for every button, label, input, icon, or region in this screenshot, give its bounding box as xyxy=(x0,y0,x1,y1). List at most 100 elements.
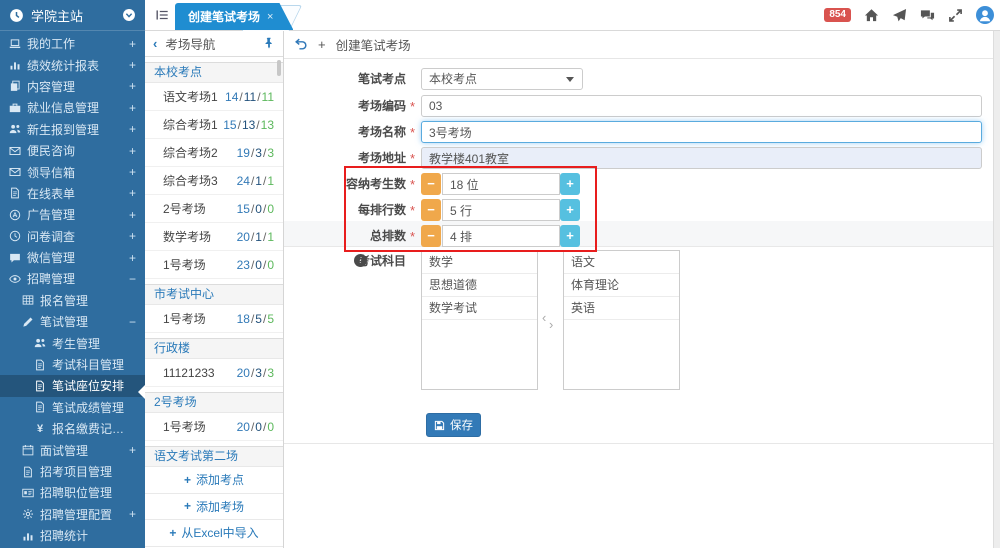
sidebar-item-recruit-project-mgmt[interactable]: 招考项目管理 xyxy=(0,461,145,482)
nav-room-item[interactable]: 语文考场114/11/11 xyxy=(145,83,283,111)
expand-toggle-icon[interactable]: + xyxy=(129,37,136,51)
collapse-sidebar-icon[interactable] xyxy=(122,8,136,22)
paper-plane-icon[interactable] xyxy=(892,8,907,23)
sidebar-item-written-exam-score-mgmt[interactable]: 笔试成绩管理 xyxy=(0,397,145,418)
sidebar-item-exam-subject-mgmt[interactable]: 考试科目管理 xyxy=(0,354,145,375)
capacity-minus-button[interactable]: − xyxy=(421,173,441,195)
subjects-available-listbox[interactable]: 数学思想道德数学考试 xyxy=(421,250,538,390)
sidebar-item-wechat-mgmt[interactable]: 微信管理+ xyxy=(0,247,145,268)
subject-item[interactable]: 思想道德 xyxy=(422,274,537,297)
total-rows-minus-button[interactable]: − xyxy=(421,225,441,247)
nav-room-item[interactable]: 综合考场324/1/1 xyxy=(145,167,283,195)
sidebar-item-content-mgmt[interactable]: 内容管理+ xyxy=(0,76,145,97)
sidebar-item-written-exam-seat-arrangement[interactable]: 笔试座位安排 xyxy=(0,375,145,396)
sidebar-item-signup-mgmt[interactable]: 报名管理 xyxy=(0,290,145,311)
sidebar-item-label: 报名管理 xyxy=(40,292,136,309)
expand-toggle-icon[interactable]: + xyxy=(129,165,136,179)
expand-toggle-icon[interactable]: + xyxy=(129,101,136,115)
nav-room-item[interactable]: 数学考场20/1/1 xyxy=(145,223,283,251)
expand-toggle-icon[interactable]: + xyxy=(129,186,136,200)
sidebar-item-freshman-registration[interactable]: 新生报到管理+ xyxy=(0,119,145,140)
expand-toggle-icon[interactable]: + xyxy=(129,229,136,243)
subjects-selected-listbox[interactable]: 语文体育理论英语 xyxy=(563,250,680,390)
expand-toggle-icon[interactable]: + xyxy=(129,208,136,222)
nav-room-item[interactable]: 1号考场18/5/5 xyxy=(145,305,283,333)
sidebar-item-survey[interactable]: 问卷调查 + xyxy=(0,226,145,247)
nav-action-add-site[interactable]: +添加考点 xyxy=(145,467,283,494)
sidebar-item-recruit-stats[interactable]: 招聘统计 xyxy=(0,525,145,546)
room-name-input[interactable] xyxy=(421,121,982,143)
sidebar-item-interview-mgmt[interactable]: 面试管理+ xyxy=(0,439,145,460)
per-row-input[interactable] xyxy=(442,199,560,221)
expand-toggle-icon[interactable]: + xyxy=(129,144,136,158)
sidebar-item-leader-mailbox[interactable]: 领导信箱+ xyxy=(0,161,145,182)
nav-section-label: 市考试中心 xyxy=(154,287,214,301)
per-row-plus-button[interactable]: + xyxy=(560,199,580,221)
expand-icon[interactable] xyxy=(948,8,963,23)
expand-toggle-icon[interactable]: + xyxy=(129,122,136,136)
user-avatar[interactable] xyxy=(976,6,994,24)
nav-room-item[interactable]: 1112123320/3/3 xyxy=(145,359,283,387)
nav-action-import-excel[interactable]: +从Excel中导入 xyxy=(145,520,283,547)
sidebar-item-examinee-mgmt[interactable]: 考生管理 xyxy=(0,332,145,353)
sidebar-item-written-exam-mgmt[interactable]: 笔试管理− xyxy=(0,311,145,332)
sidebar-item-recruit-mgmt[interactable]: 招聘管理− xyxy=(0,268,145,289)
expand-toggle-icon[interactable]: − xyxy=(129,272,136,286)
subject-item[interactable]: 数学考试 xyxy=(422,297,537,320)
panel-scrollbar[interactable] xyxy=(277,60,281,76)
sidebar-item-performance-report[interactable]: 绩效统计报表+ xyxy=(0,54,145,75)
subject-item[interactable]: 英语 xyxy=(564,297,679,320)
expand-toggle-icon[interactable]: + xyxy=(129,79,136,93)
save-button[interactable]: 保存 xyxy=(426,413,481,437)
back-undo-icon[interactable] xyxy=(294,37,308,51)
doc-icon xyxy=(34,401,46,413)
comments-icon[interactable] xyxy=(920,8,935,23)
nav-room-item[interactable]: 综合考场219/3/3 xyxy=(145,139,283,167)
sidebar-item-convenience-consult[interactable]: 便民咨询 + xyxy=(0,140,145,161)
total-rows-plus-button[interactable]: + xyxy=(560,225,580,247)
sidebar-item-signup-payment-records[interactable]: ¥报名缴费记录管理 xyxy=(0,418,145,439)
expand-toggle-icon[interactable]: + xyxy=(129,58,136,72)
sidebar-item-my-work[interactable]: 我的工作+ xyxy=(0,33,145,54)
capacity-input[interactable] xyxy=(442,173,560,195)
nav-room-item[interactable]: 2号考场15/0/0 xyxy=(145,195,283,223)
count-assigned: 0 xyxy=(255,420,262,434)
exam-site-select[interactable]: 本校考点 xyxy=(421,68,583,90)
notification-badge[interactable]: 854 xyxy=(824,8,851,22)
pin-icon[interactable] xyxy=(263,37,275,49)
collapse-panel-icon[interactable]: ‹ xyxy=(153,36,157,51)
expand-toggle-icon[interactable]: + xyxy=(129,251,136,265)
total-rows-input[interactable] xyxy=(442,225,560,247)
expand-toggle-icon[interactable]: + xyxy=(129,443,136,457)
subject-item[interactable]: 语文 xyxy=(564,251,679,274)
home-icon[interactable] xyxy=(864,8,879,23)
room-counts: 19/3/3 xyxy=(237,140,274,166)
doc-icon xyxy=(22,466,34,478)
sidebar-item-online-forms[interactable]: 在线表单+ xyxy=(0,183,145,204)
sidebar-item-employment-info-mgmt[interactable]: 就业信息管理+ xyxy=(0,97,145,118)
sidebar-item-label: 问卷调查 xyxy=(27,228,119,245)
tab-create-written-exam-room[interactable]: 创建笔试考场 × xyxy=(175,3,293,30)
nav-action-add-room[interactable]: +添加考场 xyxy=(145,494,283,521)
expand-toggle-icon[interactable]: − xyxy=(129,315,136,329)
brand-header[interactable]: 学院主站 xyxy=(0,0,145,31)
tab-close-icon[interactable]: × xyxy=(267,11,273,23)
plus-icon: + xyxy=(184,499,191,513)
per-row-minus-button[interactable]: − xyxy=(421,199,441,221)
nav-toggle-icon[interactable] xyxy=(154,8,170,22)
subject-item[interactable]: 数学 xyxy=(422,251,537,274)
expand-toggle-icon[interactable]: + xyxy=(129,507,136,521)
nav-room-item[interactable]: 1号考场20/0/0 xyxy=(145,413,283,441)
sidebar-item-label: 便民咨询 xyxy=(27,142,119,159)
room-code-input[interactable] xyxy=(421,95,982,117)
nav-room-item[interactable]: 综合考场115/13/13 xyxy=(145,111,283,139)
sidebar-item-recruit-config[interactable]: 招聘管理配置+ xyxy=(0,504,145,525)
nav-room-item[interactable]: 1号考场23/0/0 xyxy=(145,251,283,279)
subject-item[interactable]: 体育理论 xyxy=(564,274,679,297)
sidebar-item-label: 招聘统计 xyxy=(40,527,136,544)
room-address-input[interactable] xyxy=(421,147,982,169)
sidebar-item-ad-mgmt[interactable]: 广告管理+ xyxy=(0,204,145,225)
chevron-down-icon xyxy=(566,77,574,82)
sidebar-item-recruit-position-mgmt[interactable]: 招聘职位管理 xyxy=(0,482,145,503)
capacity-plus-button[interactable]: + xyxy=(560,173,580,195)
